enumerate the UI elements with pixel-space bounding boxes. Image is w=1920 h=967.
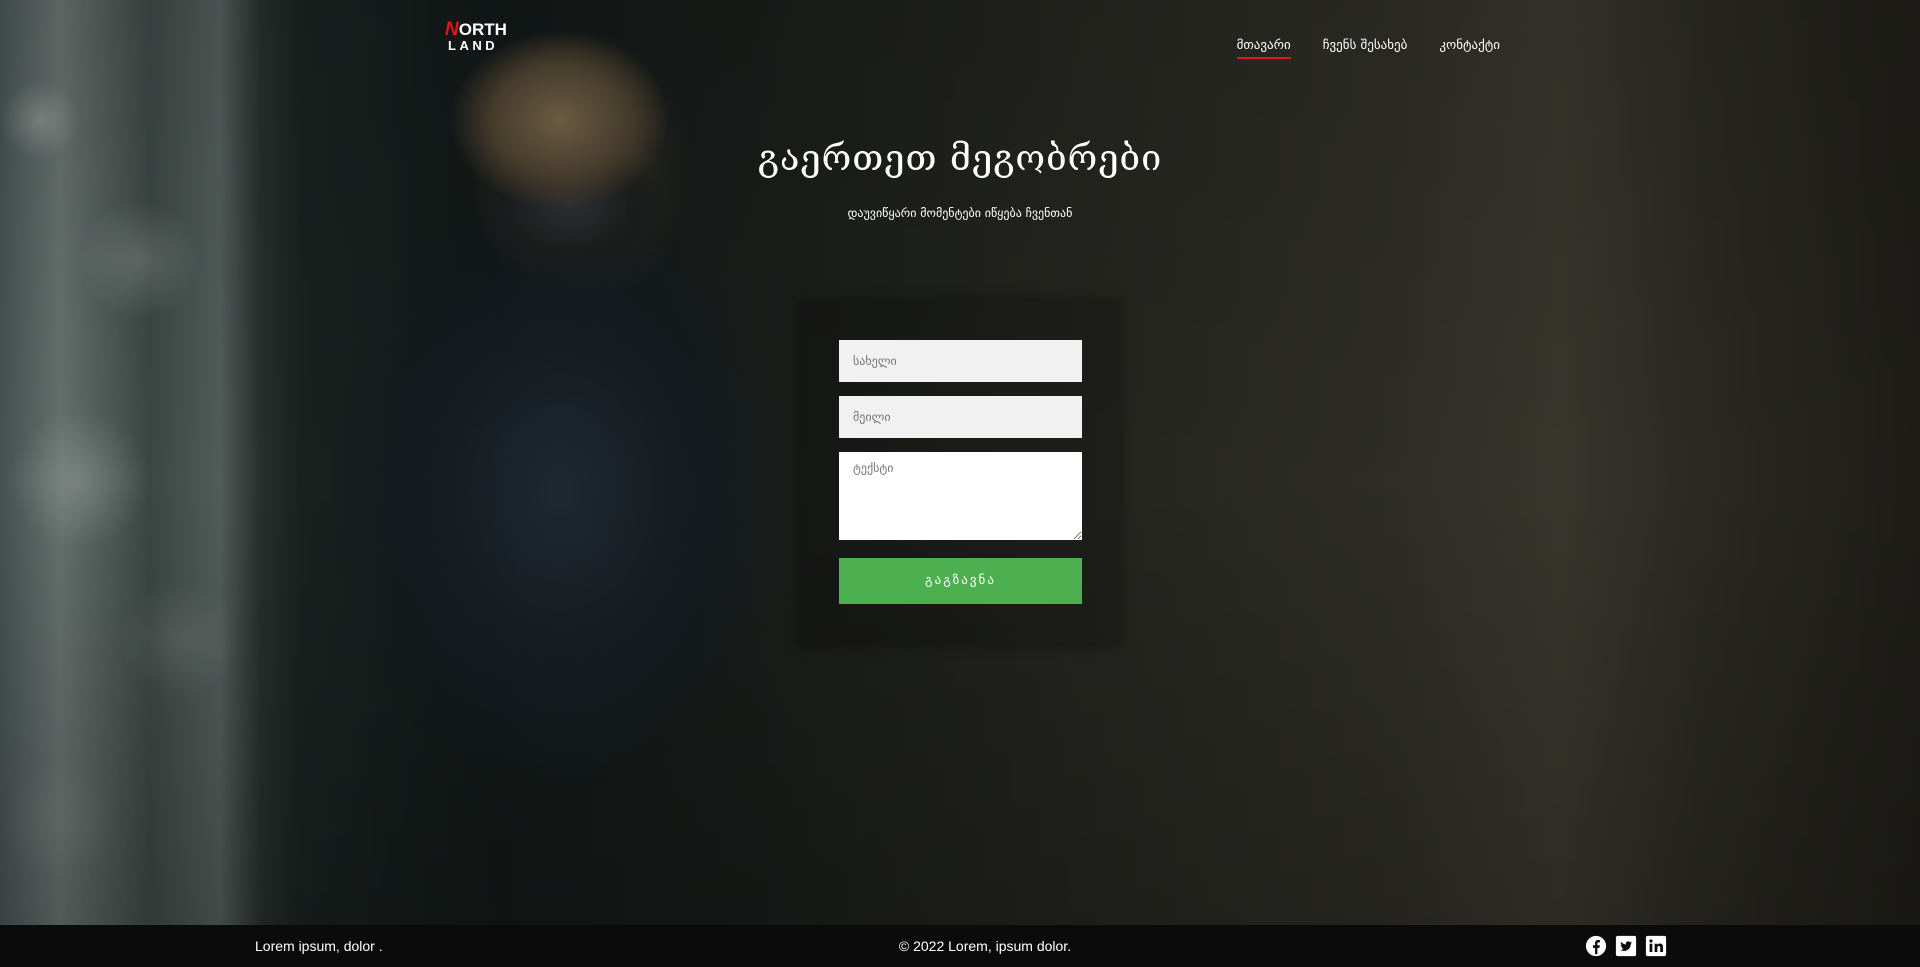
logo-n: N (445, 19, 459, 40)
submit-button[interactable]: გაგზავნა (839, 558, 1082, 604)
message-textarea[interactable] (839, 452, 1082, 540)
facebook-icon[interactable] (1585, 935, 1607, 957)
site-footer: Lorem ipsum, dolor . © 2022 Lorem, ipsum… (0, 925, 1920, 967)
twitter-icon[interactable] (1615, 935, 1637, 957)
email-input[interactable] (839, 396, 1082, 438)
social-links (1585, 935, 1667, 957)
logo-top-rest: ORTH (458, 20, 507, 39)
logo-bottom-line: LAND (448, 38, 499, 53)
nav-item-contact[interactable]: კონტაქტი (1439, 38, 1500, 59)
linkedin-icon[interactable] (1645, 935, 1667, 957)
site-header: NORTH LAND მთავარი ჩვენს შესახებ კონტაქტ… (0, 0, 1920, 70)
nav-item-home[interactable]: მთავარი (1236, 38, 1291, 59)
hero-title: გაერთეთ მეგობრები (757, 138, 1163, 179)
logo-top-line: NORTH (445, 20, 515, 39)
nav-item-about[interactable]: ჩვენს შესახებ (1323, 38, 1408, 59)
logo[interactable]: NORTH LAND (445, 20, 515, 52)
hero-subtitle: დაუვიწყარი მომენტები იწყება ჩვენთან (847, 206, 1073, 220)
name-input[interactable] (839, 340, 1082, 382)
main-nav: მთავარი ჩვენს შესახებ კონტაქტი (1236, 38, 1500, 59)
